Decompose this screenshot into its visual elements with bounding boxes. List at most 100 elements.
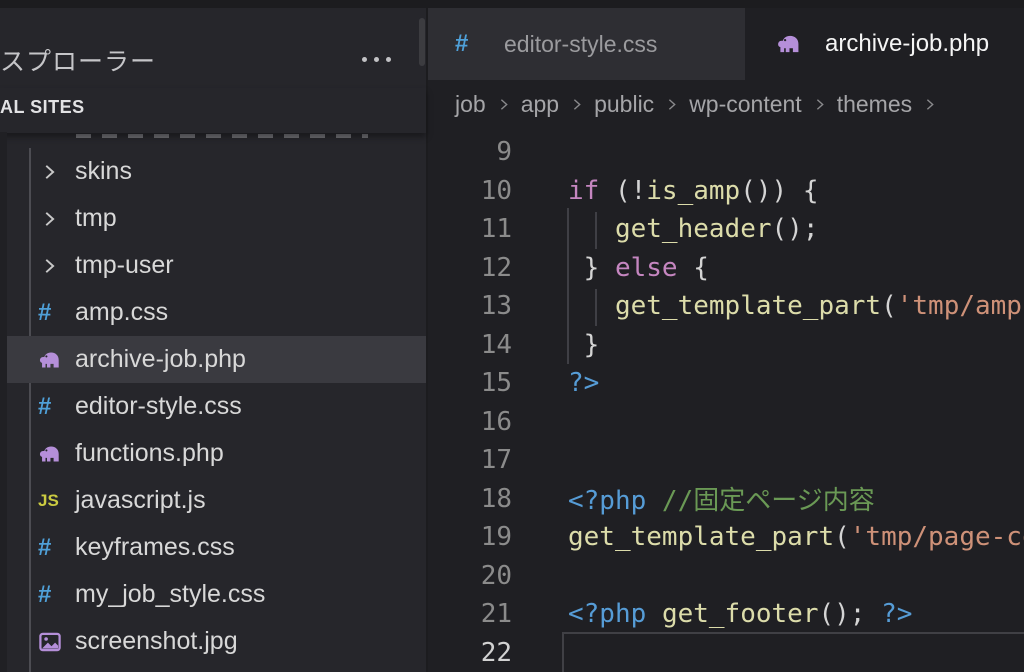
code-editor[interactable]: 910if (!is_amp()) {11 get_header();12 } … (428, 133, 1024, 672)
css-file-icon: # (455, 30, 492, 58)
explorer-sidebar: スプローラー AL SITES skinstmptmp-user#amp.css… (0, 8, 426, 672)
css-file-icon: # (38, 393, 75, 421)
line-number[interactable]: 18 (428, 484, 512, 514)
breadcrumb-separator-icon (811, 96, 828, 113)
code-line-text: <?php //固定ページ内容 (568, 480, 875, 517)
tree-item-tmp[interactable]: tmp (0, 195, 426, 242)
code-line-16[interactable]: 16 (428, 403, 1024, 442)
code-token: { (678, 253, 709, 283)
tree-item-archive-job.php[interactable]: archive-job.php (0, 336, 426, 383)
tree-item-editor-style.css[interactable]: #editor-style.css (0, 383, 426, 430)
code-token (646, 599, 662, 629)
chevron-right-icon[interactable] (38, 161, 75, 183)
code-line-19[interactable]: 19 get_template_part('tmp/page-co (428, 518, 1024, 557)
ellipsis-icon[interactable] (352, 46, 400, 72)
code-line-11[interactable]: 11 get_header(); (428, 210, 1024, 249)
code-line-text: get_template_part('tmp/page-co (568, 522, 1024, 552)
breadcrumb-item-app[interactable]: app (521, 91, 559, 118)
code-token (568, 214, 615, 244)
sidebar-scrollbar-thumb[interactable] (419, 18, 425, 66)
line-number[interactable]: 12 (428, 253, 512, 283)
breadcrumb-separator-icon (663, 96, 680, 113)
tree-item-functions.php[interactable]: functions.php (0, 430, 426, 477)
code-token: else (615, 253, 678, 283)
image-file-icon (38, 630, 75, 654)
line-number[interactable]: 15 (428, 368, 512, 398)
line-number[interactable]: 10 (428, 176, 512, 206)
code-token: ( (834, 522, 850, 552)
code-indent-guide (567, 208, 569, 364)
tree-item-label: skins (75, 157, 132, 186)
line-number[interactable]: 11 (428, 214, 512, 244)
code-line-17[interactable]: 17 (428, 441, 1024, 480)
php-elephant-icon (38, 348, 75, 372)
line-number[interactable]: 13 (428, 291, 512, 321)
line-number[interactable]: 17 (428, 445, 512, 475)
code-token: get_footer (662, 599, 819, 629)
code-line-18[interactable]: 18 <?php //固定ページ内容 (428, 480, 1024, 519)
line-number[interactable]: 16 (428, 407, 512, 437)
code-token: //固定ページ内容 (646, 486, 874, 516)
vscode-window: スプローラー AL SITES skinstmptmp-user#amp.css… (0, 0, 1024, 672)
code-line-text: } else { (568, 253, 709, 283)
code-line-13[interactable]: 13 get_template_part('tmp/amp- (428, 287, 1024, 326)
code-line-12[interactable]: 12 } else { (428, 249, 1024, 288)
section-header-label: AL SITES (0, 97, 85, 118)
clipped-tree-row (76, 134, 368, 138)
tree-item-keyframes.css[interactable]: #keyframes.css (0, 524, 426, 571)
css-file-icon: # (38, 581, 75, 609)
code-indent-guide (595, 212, 597, 249)
breadcrumb-item-wp-content[interactable]: wp-content (689, 91, 802, 118)
line-number[interactable]: 21 (428, 599, 512, 629)
code-token: } (568, 253, 615, 283)
tree-item-javascript.js[interactable]: JSjavascript.js (0, 477, 426, 524)
tree-item-screenshot.jpg[interactable]: screenshot.jpg (0, 618, 426, 665)
breadcrumb-item-job[interactable]: job (455, 91, 486, 118)
line-number[interactable]: 20 (428, 561, 512, 591)
css-file-icon: # (38, 299, 75, 327)
css-file-icon: # (38, 534, 75, 562)
tree-item-tmp-user[interactable]: tmp-user (0, 242, 426, 289)
tab-editor-style.css[interactable]: # editor-style.css (428, 8, 745, 80)
code-line-10[interactable]: 10if (!is_amp()) { (428, 172, 1024, 211)
code-token: ?> (568, 368, 599, 398)
current-line-highlight (562, 632, 1024, 672)
code-token: ( (881, 291, 897, 321)
line-number[interactable]: 9 (428, 137, 512, 167)
code-line-text: <?php get_footer(); ?> (568, 599, 912, 629)
window-top-strip (0, 0, 1024, 8)
code-token: get_template_part (568, 522, 834, 552)
line-number[interactable]: 22 (428, 638, 512, 668)
tab-archive-job.php[interactable]: archive-job.php (745, 8, 1024, 80)
tab-label: editor-style.css (504, 31, 657, 58)
tree-item-label: archive-job.php (75, 345, 246, 374)
explorer-title: スプローラー (0, 42, 300, 78)
chevron-right-icon[interactable] (38, 208, 75, 230)
breadcrumb-item-themes[interactable]: themes (837, 91, 912, 118)
code-indent-guide (595, 289, 597, 326)
code-line-21[interactable]: 21 <?php get_footer(); ?> (428, 595, 1024, 634)
section-header-local-sites[interactable]: AL SITES (0, 88, 426, 133)
line-number[interactable]: 19 (428, 522, 512, 552)
code-token: (! (599, 176, 646, 206)
breadcrumb-separator-icon (568, 96, 585, 113)
code-token: (); (818, 599, 881, 629)
editor-tab-bar: # editor-style.css archive-job.php (428, 8, 1024, 80)
code-line-text: ?> (568, 368, 599, 398)
tree-item-my_job_style.css[interactable]: #my_job_style.css (0, 571, 426, 618)
breadcrumb-item-public[interactable]: public (594, 91, 654, 118)
file-tree: skinstmptmp-user#amp.cssarchive-job.php#… (0, 148, 426, 668)
tree-item-amp.css[interactable]: #amp.css (0, 289, 426, 336)
tree-item-label: tmp (75, 204, 117, 233)
tree-item-skins[interactable]: skins (0, 148, 426, 195)
line-number[interactable]: 14 (428, 330, 512, 360)
code-line-15[interactable]: 15 ?> (428, 364, 1024, 403)
code-line-9[interactable]: 9 (428, 133, 1024, 172)
tree-item-label: editor-style.css (75, 392, 242, 421)
php-elephant-icon (776, 31, 813, 57)
tree-item-label: amp.css (75, 298, 168, 327)
code-line-20[interactable]: 20 (428, 557, 1024, 596)
chevron-right-icon[interactable] (38, 255, 75, 277)
code-token: <?php (568, 486, 646, 516)
code-line-14[interactable]: 14 } (428, 326, 1024, 365)
